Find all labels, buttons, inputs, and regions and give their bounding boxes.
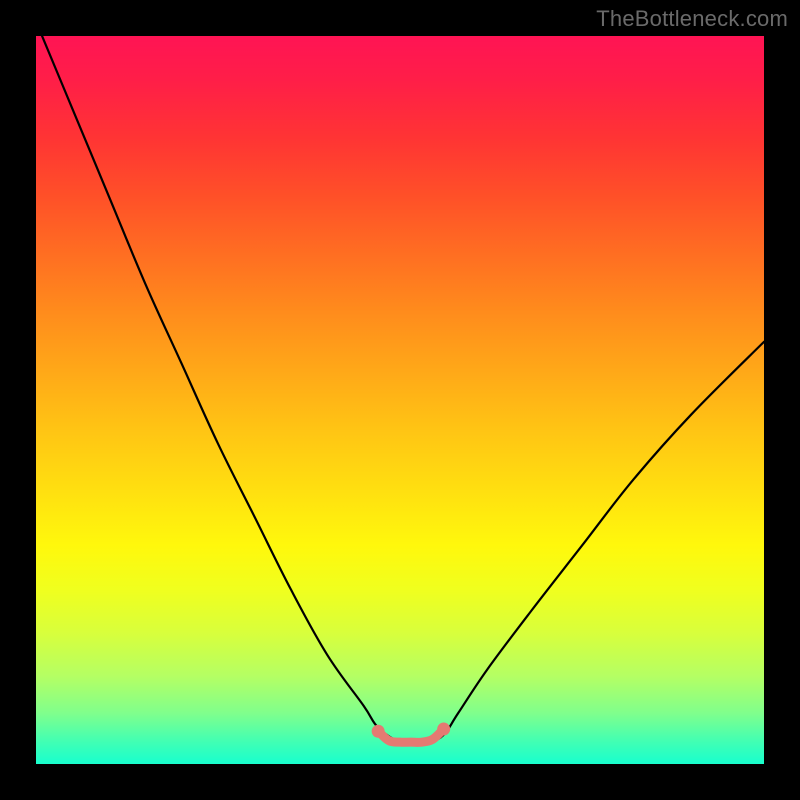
bottleneck-curve bbox=[36, 36, 764, 743]
chart-svg bbox=[36, 36, 764, 764]
flat-zone-line bbox=[378, 729, 444, 742]
chart-stage: TheBottleneck.com bbox=[0, 0, 800, 800]
plot-area bbox=[36, 36, 764, 764]
flat-zone-endpoint bbox=[437, 723, 450, 736]
watermark-label: TheBottleneck.com bbox=[596, 6, 788, 32]
flat-zone-endpoint bbox=[372, 725, 385, 738]
